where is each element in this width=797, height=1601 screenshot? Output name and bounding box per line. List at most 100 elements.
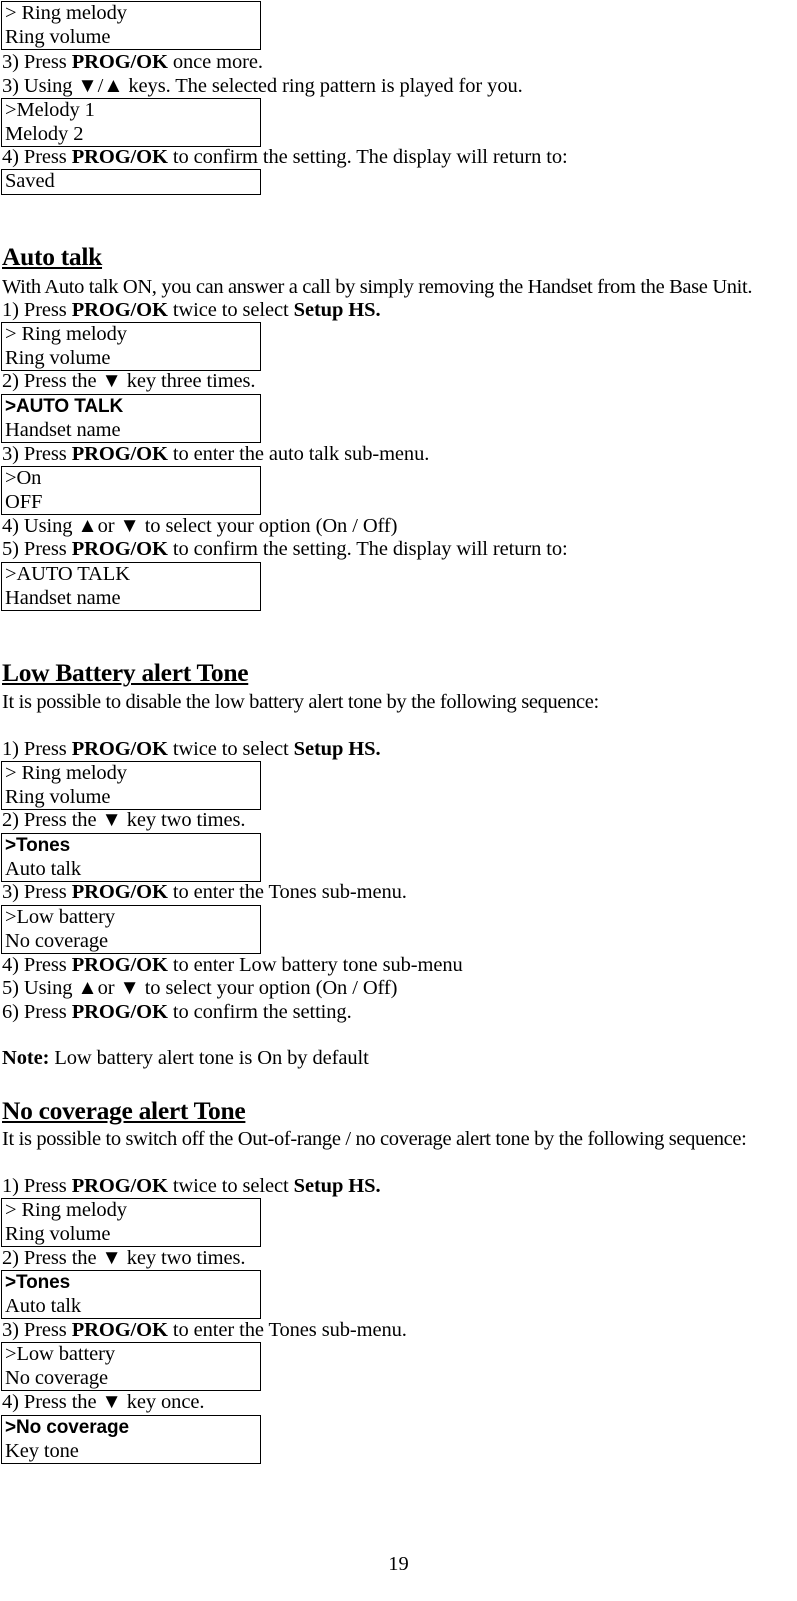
lcd-screen-auto-talk-return: >AUTO TALK Handset name <box>1 562 261 611</box>
lcd-line: >On <box>5 467 42 489</box>
prog-ok-label: PROG/OK <box>71 881 168 903</box>
low-battery-step-3: 3) Press PROG/OK to enter the Tones sub-… <box>2 881 407 904</box>
step-3-using-keys: 3) Using ▼/▲ keys. The selected ring pat… <box>2 75 523 97</box>
low-battery-step-1: 1) Press PROG/OK twice to select Setup H… <box>2 738 381 761</box>
step-text: 4) Press <box>2 146 72 168</box>
low-battery-step-6: 6) Press PROG/OK to confirm the setting. <box>2 1001 352 1024</box>
lcd-line: >No coverage <box>5 1417 129 1438</box>
auto-talk-step-1: 1) Press PROG/OK twice to select Setup H… <box>2 299 381 322</box>
lcd-line: No coverage <box>5 929 109 952</box>
step-text: twice to select <box>167 1175 294 1197</box>
step-text: to enter the Tones sub-menu. <box>167 1319 407 1341</box>
step-text: to enter the auto talk sub-menu. <box>167 443 430 465</box>
step-text: to enter Low battery tone sub-menu <box>167 954 463 976</box>
low-battery-step-5: 5) Using ▲or ▼ to select your option (On… <box>2 977 398 999</box>
heading-no-coverage-alert-tone: No coverage alert Tone <box>2 1096 246 1125</box>
lcd-screen-low-battery-menu-1: >Low battery No coverage <box>1 905 261 954</box>
step-text: twice to select <box>167 738 294 760</box>
step-text: once more. <box>167 51 263 73</box>
lcd-line: Melody 2 <box>5 122 84 145</box>
page-number: 19 <box>388 1553 409 1575</box>
step-text: to enter the Tones sub-menu. <box>167 881 407 903</box>
prog-ok-label: PROG/OK <box>71 1175 168 1197</box>
step-text: 5) Press <box>2 538 72 560</box>
step-text: to confirm the setting. The display will… <box>167 538 568 560</box>
lcd-line: Auto talk <box>5 857 81 880</box>
lcd-line: Auto talk <box>5 1294 81 1317</box>
lcd-line: >Tones <box>5 1272 71 1293</box>
prog-ok-label: PROG/OK <box>71 146 168 168</box>
lcd-line: > Ring melody <box>5 1199 127 1221</box>
lcd-screen-saved: Saved <box>1 169 261 195</box>
step-text: 4) Press <box>2 954 72 976</box>
prog-ok-label: PROG/OK <box>71 954 168 976</box>
setup-hs-label: Setup HS. <box>293 738 381 760</box>
lcd-line: >Low battery <box>5 906 115 928</box>
prog-ok-label: PROG/OK <box>71 443 168 465</box>
lcd-line: OFF <box>5 490 43 513</box>
step-text: 3) Press <box>2 881 72 903</box>
step-text: 1) Press <box>2 738 72 760</box>
step-text: 3) Press <box>2 1319 72 1341</box>
lcd-screen-on-off: >On OFF <box>1 466 261 515</box>
step-4-confirm-setting: 4) Press PROG/OK to confirm the setting.… <box>2 146 568 169</box>
lcd-line: Ring volume <box>5 1222 111 1245</box>
setup-hs-label: Setup HS. <box>293 299 381 321</box>
lcd-screen-ring-menu-4: > Ring melody Ring volume <box>1 1198 261 1247</box>
lcd-line: Handset name <box>5 586 121 609</box>
low-battery-step-2: 2) Press the ▼ key two times. <box>2 809 246 831</box>
prog-ok-label: PROG/OK <box>71 299 168 321</box>
auto-talk-intro: With Auto talk ON, you can answer a call… <box>2 276 753 298</box>
no-coverage-step-1: 1) Press PROG/OK twice to select Setup H… <box>2 1175 381 1198</box>
heading-low-battery-alert-tone: Low Battery alert Tone <box>2 658 249 687</box>
auto-talk-step-3: 3) Press PROG/OK to enter the auto talk … <box>2 443 429 466</box>
lcd-line: >AUTO TALK <box>5 563 130 585</box>
step-text: to confirm the setting. The display will… <box>167 146 568 168</box>
lcd-line: Ring volume <box>5 785 111 808</box>
prog-ok-label: PROG/OK <box>71 538 168 560</box>
lcd-screen-low-battery-menu-2: >Low battery No coverage <box>1 1342 261 1391</box>
step-text: twice to select <box>167 299 294 321</box>
lcd-screen-ring-menu-3: > Ring melody Ring volume <box>1 761 261 810</box>
lcd-line: Handset name <box>5 418 121 441</box>
lcd-line: No coverage <box>5 1366 109 1389</box>
lcd-line: > Ring melody <box>5 2 127 24</box>
heading-auto-talk: Auto talk <box>2 242 103 271</box>
document-page: > Ring melody Ring volume 3) Press PROG/… <box>0 0 797 1601</box>
lcd-screen-melody-list: >Melody 1 Melody 2 <box>1 98 261 147</box>
step-text: to confirm the setting. <box>167 1001 352 1023</box>
step-text: 3) Press <box>2 51 72 73</box>
prog-ok-label: PROG/OK <box>71 1001 168 1023</box>
note-text: Low battery alert tone is On by default <box>49 1047 369 1069</box>
step-text: 6) Press <box>2 1001 72 1023</box>
step-text: 3) Press <box>2 443 72 465</box>
prog-ok-label: PROG/OK <box>71 51 168 73</box>
step-3-press-prog-ok: 3) Press PROG/OK once more. <box>2 51 263 74</box>
lcd-line: Ring volume <box>5 25 111 48</box>
lcd-screen-tones-selected-2: >Tones Auto talk <box>1 1270 261 1319</box>
prog-ok-label: PROG/OK <box>71 1319 168 1341</box>
lcd-line: >AUTO TALK <box>5 396 124 417</box>
setup-hs-label: Setup HS. <box>293 1175 381 1197</box>
lcd-screen-ring-menu-1: > Ring melody Ring volume <box>1 1 261 50</box>
lcd-screen-ring-menu-2: > Ring melody Ring volume <box>1 322 261 371</box>
step-text: 1) Press <box>2 299 72 321</box>
low-battery-intro: It is possible to disable the low batter… <box>2 691 599 713</box>
prog-ok-label: PROG/OK <box>71 738 168 760</box>
low-battery-step-4: 4) Press PROG/OK to enter Low battery to… <box>2 954 463 977</box>
lcd-line: Key tone <box>5 1439 79 1462</box>
no-coverage-step-4: 4) Press the ▼ key once. <box>2 1391 205 1413</box>
lcd-line: Saved <box>5 170 55 192</box>
lcd-screen-auto-talk-selected: >AUTO TALK Handset name <box>1 394 261 443</box>
no-coverage-step-2: 2) Press the ▼ key two times. <box>2 1247 246 1269</box>
lcd-line: Ring volume <box>5 346 111 369</box>
auto-talk-step-5: 5) Press PROG/OK to confirm the setting.… <box>2 538 568 561</box>
lcd-screen-no-coverage-selected: >No coverage Key tone <box>1 1415 261 1464</box>
step-text: 1) Press <box>2 1175 72 1197</box>
lcd-line: > Ring melody <box>5 323 127 345</box>
lcd-line: >Melody 1 <box>5 99 95 121</box>
auto-talk-step-2: 2) Press the ▼ key three times. <box>2 370 256 392</box>
low-battery-note: Note: Low battery alert tone is On by de… <box>2 1047 369 1070</box>
auto-talk-step-4: 4) Using ▲or ▼ to select your option (On… <box>2 515 398 537</box>
lcd-line: >Tones <box>5 835 71 856</box>
